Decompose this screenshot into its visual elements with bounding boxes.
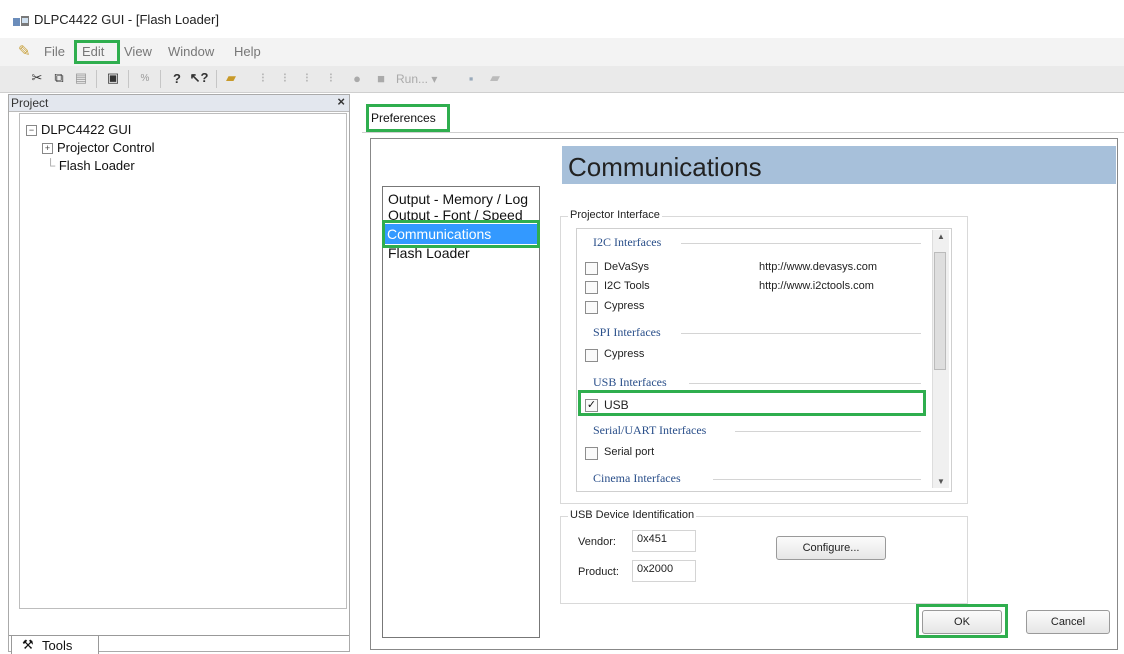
stop-icon[interactable]: ■	[372, 69, 390, 87]
product-field[interactable]: 0x2000	[632, 560, 696, 582]
category-list: Output - Memory / Log Output - Font / Sp…	[382, 186, 540, 638]
menu-help[interactable]: Help	[234, 44, 261, 59]
save-icon[interactable]: ▪	[462, 69, 480, 87]
scroll-down-icon[interactable]: ▼	[937, 477, 945, 486]
projector-interface-label: Projector Interface	[568, 209, 662, 221]
record-icon[interactable]: ●	[348, 69, 366, 87]
section-serial: Serial/UART Interfaces	[593, 423, 707, 437]
menu-app-icon: ✎	[18, 43, 31, 60]
usb-highlight	[578, 390, 926, 416]
label-cypress-spi: Cypress	[604, 348, 645, 360]
checkbox-serial[interactable]	[585, 447, 598, 460]
preferences-tab[interactable]: Preferences	[366, 104, 450, 132]
menu-bar: ✎ File Edit View Window Help	[0, 38, 1124, 67]
url-devasys: http://www.devasys.com	[759, 261, 877, 273]
category-output-memory[interactable]: Output - Memory / Log	[388, 191, 528, 207]
label-devasys: DeVaSys	[604, 261, 650, 273]
ok-highlight	[916, 604, 1008, 638]
properties-icon[interactable]: ▣	[104, 69, 122, 87]
context-help-icon[interactable]: ↖?	[190, 69, 209, 87]
checkbox-cypress-i2c[interactable]	[585, 301, 598, 314]
preferences-tab-highlight	[366, 104, 450, 132]
label-serial: Serial port	[604, 446, 655, 458]
toolbar: ✂ ⧉ ▤ ▣ % ? ↖? ▰ ⁝ ⁝ ⁝ ⁝ ● ■ Run... ▾ ▪ …	[0, 66, 1124, 93]
paste-icon[interactable]: ▤	[72, 69, 90, 87]
menu-window[interactable]: Window	[168, 44, 214, 59]
percent-icon[interactable]: %	[136, 69, 154, 87]
label-cypress-i2c: Cypress	[604, 300, 645, 312]
project-panel-header: Project ×	[9, 94, 349, 112]
project-panel: Project × − DLPC4422 GUI + Projector Contr…	[8, 94, 350, 654]
configure-button[interactable]: Configure...	[776, 536, 886, 560]
section-usb: USB Interfaces	[593, 375, 667, 389]
section-spi: SPI Interfaces	[593, 325, 661, 339]
checkbox-cypress-spi[interactable]	[585, 349, 598, 362]
app-icon	[13, 16, 29, 26]
section-i2c: I2C Interfaces	[593, 235, 662, 249]
tools-tab[interactable]: ⚒ Tools	[11, 635, 99, 654]
close-icon[interactable]: ×	[337, 94, 345, 109]
communications-highlight	[382, 220, 540, 248]
checkbox-i2ctools[interactable]	[585, 281, 598, 294]
label-i2ctools: I2C Tools	[604, 280, 650, 292]
expand-icon[interactable]: +	[42, 143, 53, 154]
step4-icon[interactable]: ⁝	[322, 69, 340, 87]
url-i2ctools: http://www.i2ctools.com	[759, 280, 874, 292]
interface-list: I2C Interfaces DeVaSys http://www.devasy…	[576, 228, 952, 492]
cut-icon[interactable]: ✂	[28, 69, 46, 87]
step3-icon[interactable]: ⁝	[298, 69, 316, 87]
help-icon[interactable]: ?	[168, 69, 186, 87]
tree-item-root[interactable]: − DLPC4422 GUI	[26, 122, 131, 137]
usb-device-label: USB Device Identification	[568, 509, 697, 521]
section-cinema: Cinema Interfaces	[593, 471, 681, 485]
page-title: Communications	[568, 152, 762, 182]
vendor-label: Vendor:	[578, 536, 616, 548]
scroll-up-icon[interactable]: ▲	[937, 232, 945, 241]
project-panel-title: Project	[11, 96, 49, 110]
menu-file[interactable]: File	[44, 44, 65, 59]
product-label: Product:	[578, 566, 619, 578]
copy-icon[interactable]: ⧉	[50, 69, 68, 87]
usb-device-group	[560, 516, 968, 604]
project-tree: − DLPC4422 GUI + Projector Control └ Flash…	[19, 113, 347, 609]
run-dropdown[interactable]: Run... ▾	[396, 72, 437, 86]
open-icon[interactable]: ▰	[486, 69, 504, 87]
open-folder-icon[interactable]: ▰	[222, 69, 240, 87]
scroll-thumb[interactable]	[934, 252, 946, 370]
menu-view[interactable]: View	[124, 44, 152, 59]
cancel-button[interactable]: Cancel	[1026, 610, 1110, 634]
step1-icon[interactable]: ⁝	[254, 69, 272, 87]
tree-item-projector-control[interactable]: + Projector Control	[42, 140, 155, 155]
checkbox-devasys[interactable]	[585, 262, 598, 275]
step2-icon[interactable]: ⁝	[276, 69, 294, 87]
collapse-icon[interactable]: −	[26, 125, 37, 136]
tree-item-flash-loader[interactable]: └ Flash Loader	[46, 158, 135, 173]
vendor-field[interactable]: 0x451	[632, 530, 696, 552]
window-title: DLPC4422 GUI - [Flash Loader]	[34, 12, 219, 27]
edit-menu-highlight	[74, 40, 120, 64]
wrench-icon: ⚒	[22, 637, 34, 652]
